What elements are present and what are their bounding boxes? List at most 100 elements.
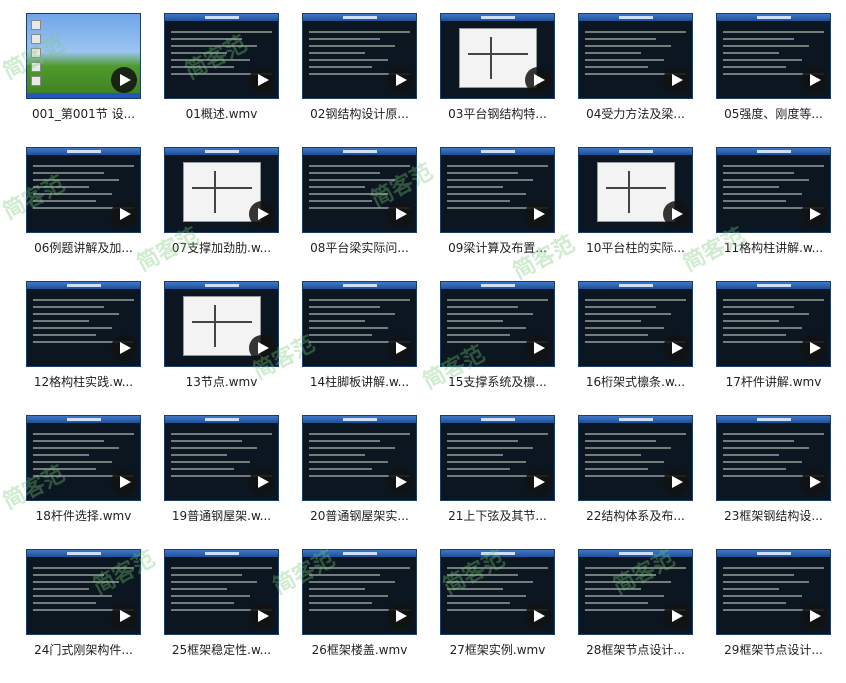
file-name: 13节点.wmv xyxy=(185,375,258,389)
video-file-item[interactable]: 19普通钢屋架.w... xyxy=(159,415,284,549)
video-thumbnail[interactable] xyxy=(716,415,831,501)
video-file-item[interactable]: 04受力方法及梁... xyxy=(573,13,698,147)
video-thumbnail[interactable] xyxy=(26,549,141,635)
play-icon[interactable] xyxy=(801,603,827,629)
slide-title-bar xyxy=(27,282,140,289)
video-file-item[interactable]: 07支撑加劲肋.w... xyxy=(159,147,284,281)
video-file-item[interactable]: 24门式刚架构件... xyxy=(21,549,146,683)
play-icon[interactable] xyxy=(525,67,551,93)
video-file-item[interactable]: 22结构体系及布... xyxy=(573,415,698,549)
video-file-item[interactable]: 14柱脚板讲解.w... xyxy=(297,281,422,415)
taskbar xyxy=(27,93,140,98)
video-file-item[interactable]: 10平台柱的实际... xyxy=(573,147,698,281)
play-icon[interactable] xyxy=(663,603,689,629)
video-thumbnail[interactable] xyxy=(716,13,831,99)
file-name: 22结构体系及布... xyxy=(586,509,685,523)
video-thumbnail[interactable] xyxy=(164,549,279,635)
play-icon[interactable] xyxy=(663,67,689,93)
play-icon[interactable] xyxy=(525,335,551,361)
video-file-item[interactable]: 18杆件选择.wmv xyxy=(21,415,146,549)
video-file-item[interactable]: 05强度、刚度等... xyxy=(711,13,836,147)
play-icon[interactable] xyxy=(801,201,827,227)
play-icon[interactable] xyxy=(387,469,413,495)
play-icon[interactable] xyxy=(801,67,827,93)
video-thumbnail[interactable] xyxy=(578,415,693,501)
video-file-item[interactable]: 06例题讲解及加... xyxy=(21,147,146,281)
video-thumbnail[interactable] xyxy=(578,549,693,635)
video-thumbnail[interactable] xyxy=(302,281,417,367)
play-icon[interactable] xyxy=(249,603,275,629)
video-thumbnail[interactable] xyxy=(716,549,831,635)
video-file-item[interactable]: 11格构柱讲解.w... xyxy=(711,147,836,281)
play-icon[interactable] xyxy=(111,335,137,361)
video-thumbnail[interactable] xyxy=(440,549,555,635)
video-thumbnail[interactable] xyxy=(302,549,417,635)
video-thumbnail[interactable] xyxy=(440,415,555,501)
video-thumbnail[interactable] xyxy=(578,281,693,367)
play-icon[interactable] xyxy=(387,603,413,629)
video-thumbnail[interactable] xyxy=(440,281,555,367)
video-file-item[interactable]: 001_第001节 设... xyxy=(21,13,146,147)
video-thumbnail[interactable] xyxy=(164,415,279,501)
video-file-item[interactable]: 01概述.wmv xyxy=(159,13,284,147)
video-thumbnail[interactable] xyxy=(164,13,279,99)
play-icon[interactable] xyxy=(525,201,551,227)
play-icon[interactable] xyxy=(111,469,137,495)
video-file-item[interactable]: 27框架实例.wmv xyxy=(435,549,560,683)
play-icon[interactable] xyxy=(525,469,551,495)
play-icon[interactable] xyxy=(249,201,275,227)
video-thumbnail[interactable] xyxy=(302,147,417,233)
play-icon[interactable] xyxy=(801,335,827,361)
video-thumbnail[interactable] xyxy=(578,13,693,99)
file-name: 11格构柱讲解.w... xyxy=(723,241,824,255)
video-file-item[interactable]: 12格构柱实践.w... xyxy=(21,281,146,415)
play-icon[interactable] xyxy=(387,335,413,361)
slide-title-bar xyxy=(303,550,416,557)
play-icon[interactable] xyxy=(387,201,413,227)
video-thumbnail[interactable] xyxy=(302,13,417,99)
slide-title-bar xyxy=(579,282,692,289)
slide-title-bar xyxy=(441,416,554,423)
play-icon[interactable] xyxy=(801,469,827,495)
video-file-item[interactable]: 21上下弦及其节... xyxy=(435,415,560,549)
video-thumbnail[interactable] xyxy=(578,147,693,233)
video-file-item[interactable]: 17杆件讲解.wmv xyxy=(711,281,836,415)
video-file-item[interactable]: 13节点.wmv xyxy=(159,281,284,415)
slide-title-bar xyxy=(441,550,554,557)
video-thumbnail[interactable] xyxy=(26,281,141,367)
video-file-item[interactable]: 28框架节点设计... xyxy=(573,549,698,683)
video-thumbnail[interactable] xyxy=(164,281,279,367)
video-file-item[interactable]: 16桁架式檩条.w... xyxy=(573,281,698,415)
video-thumbnail[interactable] xyxy=(716,281,831,367)
play-icon[interactable] xyxy=(663,201,689,227)
video-file-item[interactable]: 26框架楼盖.wmv xyxy=(297,549,422,683)
video-thumbnail[interactable] xyxy=(440,147,555,233)
slide-title-bar xyxy=(303,282,416,289)
video-file-item[interactable]: 23框架钢结构设... xyxy=(711,415,836,549)
play-icon[interactable] xyxy=(663,335,689,361)
video-thumbnail[interactable] xyxy=(440,13,555,99)
play-icon[interactable] xyxy=(525,603,551,629)
play-icon[interactable] xyxy=(249,67,275,93)
play-icon[interactable] xyxy=(249,469,275,495)
video-file-item[interactable]: 02钢结构设计原... xyxy=(297,13,422,147)
play-icon[interactable] xyxy=(249,335,275,361)
video-thumbnail[interactable] xyxy=(26,13,141,99)
play-icon[interactable] xyxy=(387,67,413,93)
video-thumbnail[interactable] xyxy=(164,147,279,233)
video-file-item[interactable]: 29框架节点设计... xyxy=(711,549,836,683)
video-file-item[interactable]: 25框架稳定性.w... xyxy=(159,549,284,683)
video-file-item[interactable]: 15支撑系统及檩... xyxy=(435,281,560,415)
play-icon[interactable] xyxy=(111,67,137,93)
video-thumbnail[interactable] xyxy=(26,415,141,501)
video-file-item[interactable]: 03平台钢结构特... xyxy=(435,13,560,147)
video-thumbnail[interactable] xyxy=(716,147,831,233)
play-icon[interactable] xyxy=(663,469,689,495)
play-icon[interactable] xyxy=(111,603,137,629)
video-file-item[interactable]: 09梁计算及布置... xyxy=(435,147,560,281)
video-file-item[interactable]: 20普通钢屋架实... xyxy=(297,415,422,549)
video-thumbnail[interactable] xyxy=(302,415,417,501)
video-thumbnail[interactable] xyxy=(26,147,141,233)
play-icon[interactable] xyxy=(111,201,137,227)
video-file-item[interactable]: 08平台梁实际问... xyxy=(297,147,422,281)
